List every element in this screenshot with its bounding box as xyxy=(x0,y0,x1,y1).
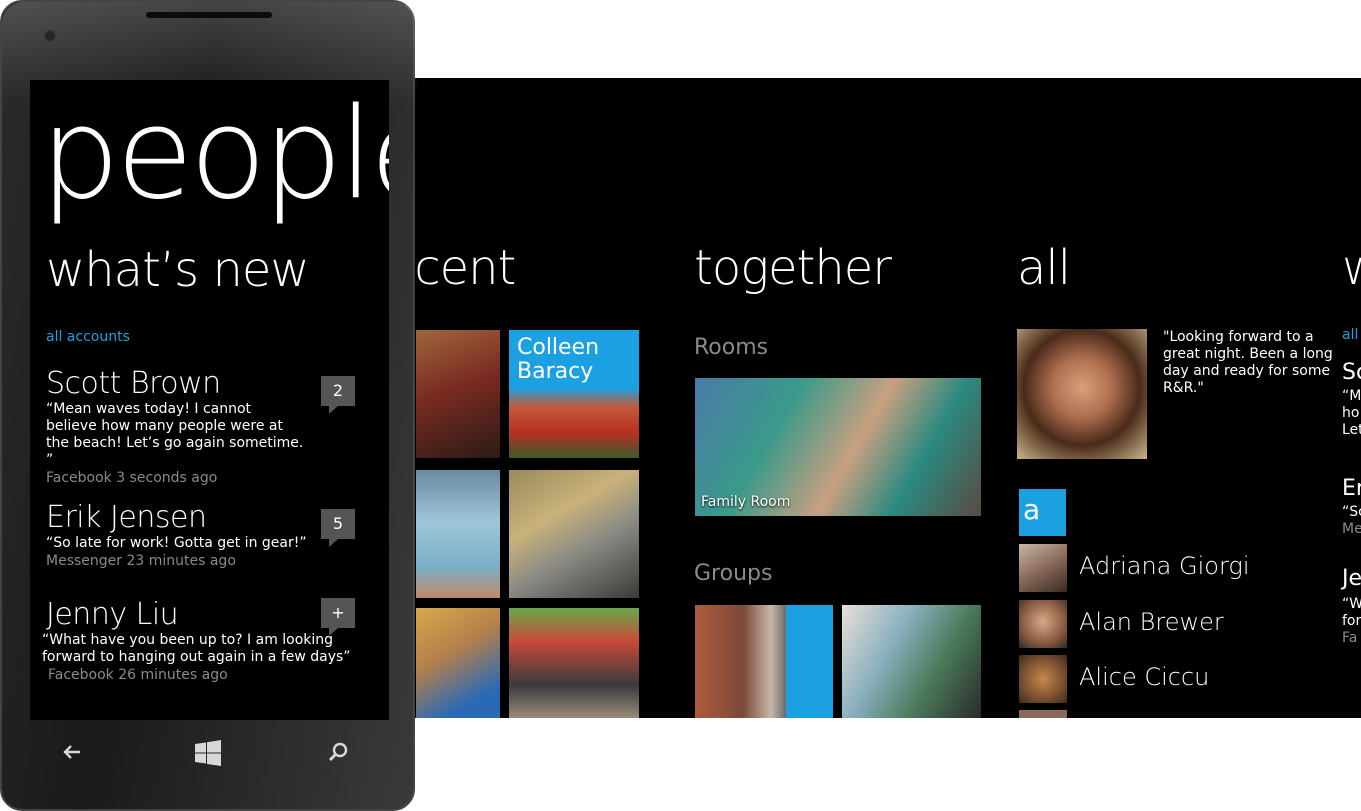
avatar xyxy=(1019,600,1067,648)
room-tile-label: Family Room xyxy=(701,494,791,510)
partial-text: Sc xyxy=(1342,360,1361,385)
partial-text: Fa xyxy=(1342,630,1358,646)
contact-name: Adriana Giorgi xyxy=(1079,552,1250,580)
partial-text: Je xyxy=(1342,566,1361,591)
recent-tile[interactable] xyxy=(509,608,639,718)
tile-label: Colleen Baracy xyxy=(517,335,600,384)
contact-row[interactable]: Alan Brewer xyxy=(1019,600,1319,648)
recent-tile[interactable] xyxy=(416,330,500,458)
contact-name: Scott Brown xyxy=(46,366,221,401)
feed-item[interactable]: Scott Brown “Mean waves today! I cannot … xyxy=(46,366,366,487)
contact-name: Alan Brewer xyxy=(1079,608,1224,636)
avatar xyxy=(1019,655,1067,703)
section-header-partial[interactable]: w xyxy=(1342,240,1361,296)
partial-text: Er xyxy=(1342,476,1361,501)
feed-source: Messenger 23 minutes ago xyxy=(46,553,236,569)
feed-source: Facebook 26 minutes ago xyxy=(48,667,228,683)
contact-name: Jenny Liu xyxy=(46,597,179,632)
group-tile[interactable] xyxy=(695,605,833,718)
feed-source: Facebook 3 seconds ago xyxy=(46,470,218,486)
search-icon[interactable] xyxy=(318,740,358,772)
app-title: people xyxy=(40,80,389,227)
phone-speaker xyxy=(146,12,272,18)
comment-count-badge[interactable]: 5 xyxy=(321,509,355,547)
contact-name: Erik Jensen xyxy=(46,500,207,535)
section-header-together[interactable]: together xyxy=(694,240,892,296)
partial-text: “M xyxy=(1342,388,1361,404)
phone-frame: people what’s new all accounts Scott Bro… xyxy=(0,0,417,811)
phone-screen: people what’s new all accounts Scott Bro… xyxy=(30,80,389,720)
partial-filter: all xyxy=(1342,327,1359,343)
contact-row[interactable]: Alice Ciccu xyxy=(1019,655,1319,703)
windows-logo-icon[interactable] xyxy=(188,740,228,772)
contact-name: Alice Ciccu xyxy=(1079,663,1210,691)
partial-text: “Sc xyxy=(1342,504,1361,520)
recent-tile[interactable] xyxy=(416,470,500,598)
feed-item[interactable]: Jenny Liu “What have you been up to? I a… xyxy=(42,597,366,684)
partial-text: for xyxy=(1342,613,1361,629)
groups-header: Groups xyxy=(694,561,773,586)
recent-tile[interactable] xyxy=(416,608,500,718)
section-header-whats-new[interactable]: what’s new xyxy=(46,242,310,298)
partial-text: ho xyxy=(1342,405,1360,421)
alphabet-jump-tile[interactable]: a xyxy=(1019,489,1066,536)
contact-row[interactable]: Adriana Giorgi xyxy=(1019,544,1319,592)
comment-count-badge[interactable]: 2 xyxy=(321,376,355,414)
room-tile-family-room[interactable]: Family Room xyxy=(695,378,981,516)
group-tile[interactable] xyxy=(842,605,981,718)
back-arrow-icon[interactable] xyxy=(52,740,92,772)
partial-text: “W xyxy=(1342,596,1361,612)
new-post-button[interactable]: + xyxy=(321,598,355,636)
me-tile-avatar[interactable] xyxy=(1017,329,1147,459)
avatar xyxy=(1019,544,1067,592)
section-header-all[interactable]: all xyxy=(1017,240,1071,296)
rooms-header: Rooms xyxy=(694,335,769,360)
avatar xyxy=(1019,710,1067,718)
recent-tile[interactable] xyxy=(509,470,639,598)
feed-message: “So late for work! Gotta get in gear!” xyxy=(46,535,307,551)
alphabet-letter: a xyxy=(1023,493,1041,526)
feed-message: “What have you been up to? I am looking … xyxy=(42,632,351,665)
phone-camera xyxy=(44,30,56,42)
accounts-filter[interactable]: all accounts xyxy=(46,329,130,345)
me-status-text: "Looking forward to a great night. Been … xyxy=(1163,329,1333,396)
partial-text: Let xyxy=(1342,422,1361,438)
feed-message: “Mean waves today! I cannot believe how … xyxy=(46,401,304,468)
partial-text: Me xyxy=(1342,521,1361,537)
recent-tile-colleen-baracy[interactable]: Colleen Baracy xyxy=(509,330,639,458)
feed-item[interactable]: Erik Jensen “So late for work! Gotta get… xyxy=(46,500,366,570)
